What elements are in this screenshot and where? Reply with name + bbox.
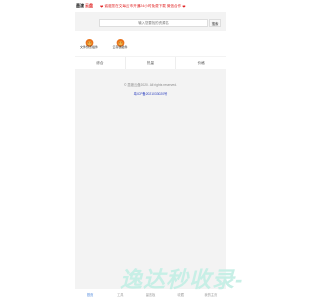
tab-price[interactable]: 价格 [176, 57, 226, 69]
heart-icon: ❤ [182, 3, 186, 9]
app-label: 云存储插件 [112, 45, 128, 49]
app-item-cloud-storage[interactable]: 云存储插件 [109, 34, 131, 49]
brand-accent[interactable]: 云盘 [85, 3, 93, 9]
nav-item-home[interactable]: 首页 [75, 289, 105, 300]
copyright-text: © 墨渡云盘2020. All rights reserved. [124, 83, 177, 87]
tab-comprehensive[interactable]: 综合 [75, 57, 126, 69]
sort-tabs: 综合 热量 价格 [75, 57, 226, 69]
heart-icon: ❤ [100, 3, 104, 9]
search-bar: 搜索 [75, 17, 226, 29]
brand-name[interactable]: 墨渡 [76, 3, 84, 9]
announcement-text: 诚邀您在文每云市开通24小时免费下载 微信合作 [104, 3, 182, 8]
app-item-file-preview[interactable]: 文件预览插件 [78, 34, 100, 49]
icp-link[interactable]: 粤ICP备2021033020号 [75, 91, 226, 96]
tab-popularity[interactable]: 热量 [126, 57, 177, 69]
nav-item-profile[interactable]: 我的主页 [196, 289, 226, 300]
nav-item-tools[interactable]: 工具 [105, 289, 135, 300]
bottom-nav: 首页 工具 留言板 收藏 我的主页 [75, 289, 226, 300]
search-input[interactable] [99, 19, 208, 27]
nav-item-messages[interactable]: 留言板 [135, 289, 165, 300]
app-page: 墨渡 云盘 ❤ 诚邀您在文每云市开通24小时免费下载 微信合作 ❤ 搜索 [75, 0, 226, 300]
search-button[interactable]: 搜索 [209, 19, 221, 27]
nav-item-favorites[interactable]: 收藏 [166, 289, 196, 300]
app-label: 文件预览插件 [79, 45, 98, 49]
announcement-marquee: ❤ 诚邀您在文每云市开通24小时免费下载 微信合作 ❤ [99, 4, 187, 9]
top-bar: 墨渡 云盘 ❤ 诚邀您在文每云市开通24小时免费下载 微信合作 ❤ [75, 0, 226, 12]
app-grid: 文件预览插件 云存储插件 [75, 31, 226, 56]
orange-app-icon [116, 34, 125, 47]
orange-app-icon [85, 34, 94, 47]
